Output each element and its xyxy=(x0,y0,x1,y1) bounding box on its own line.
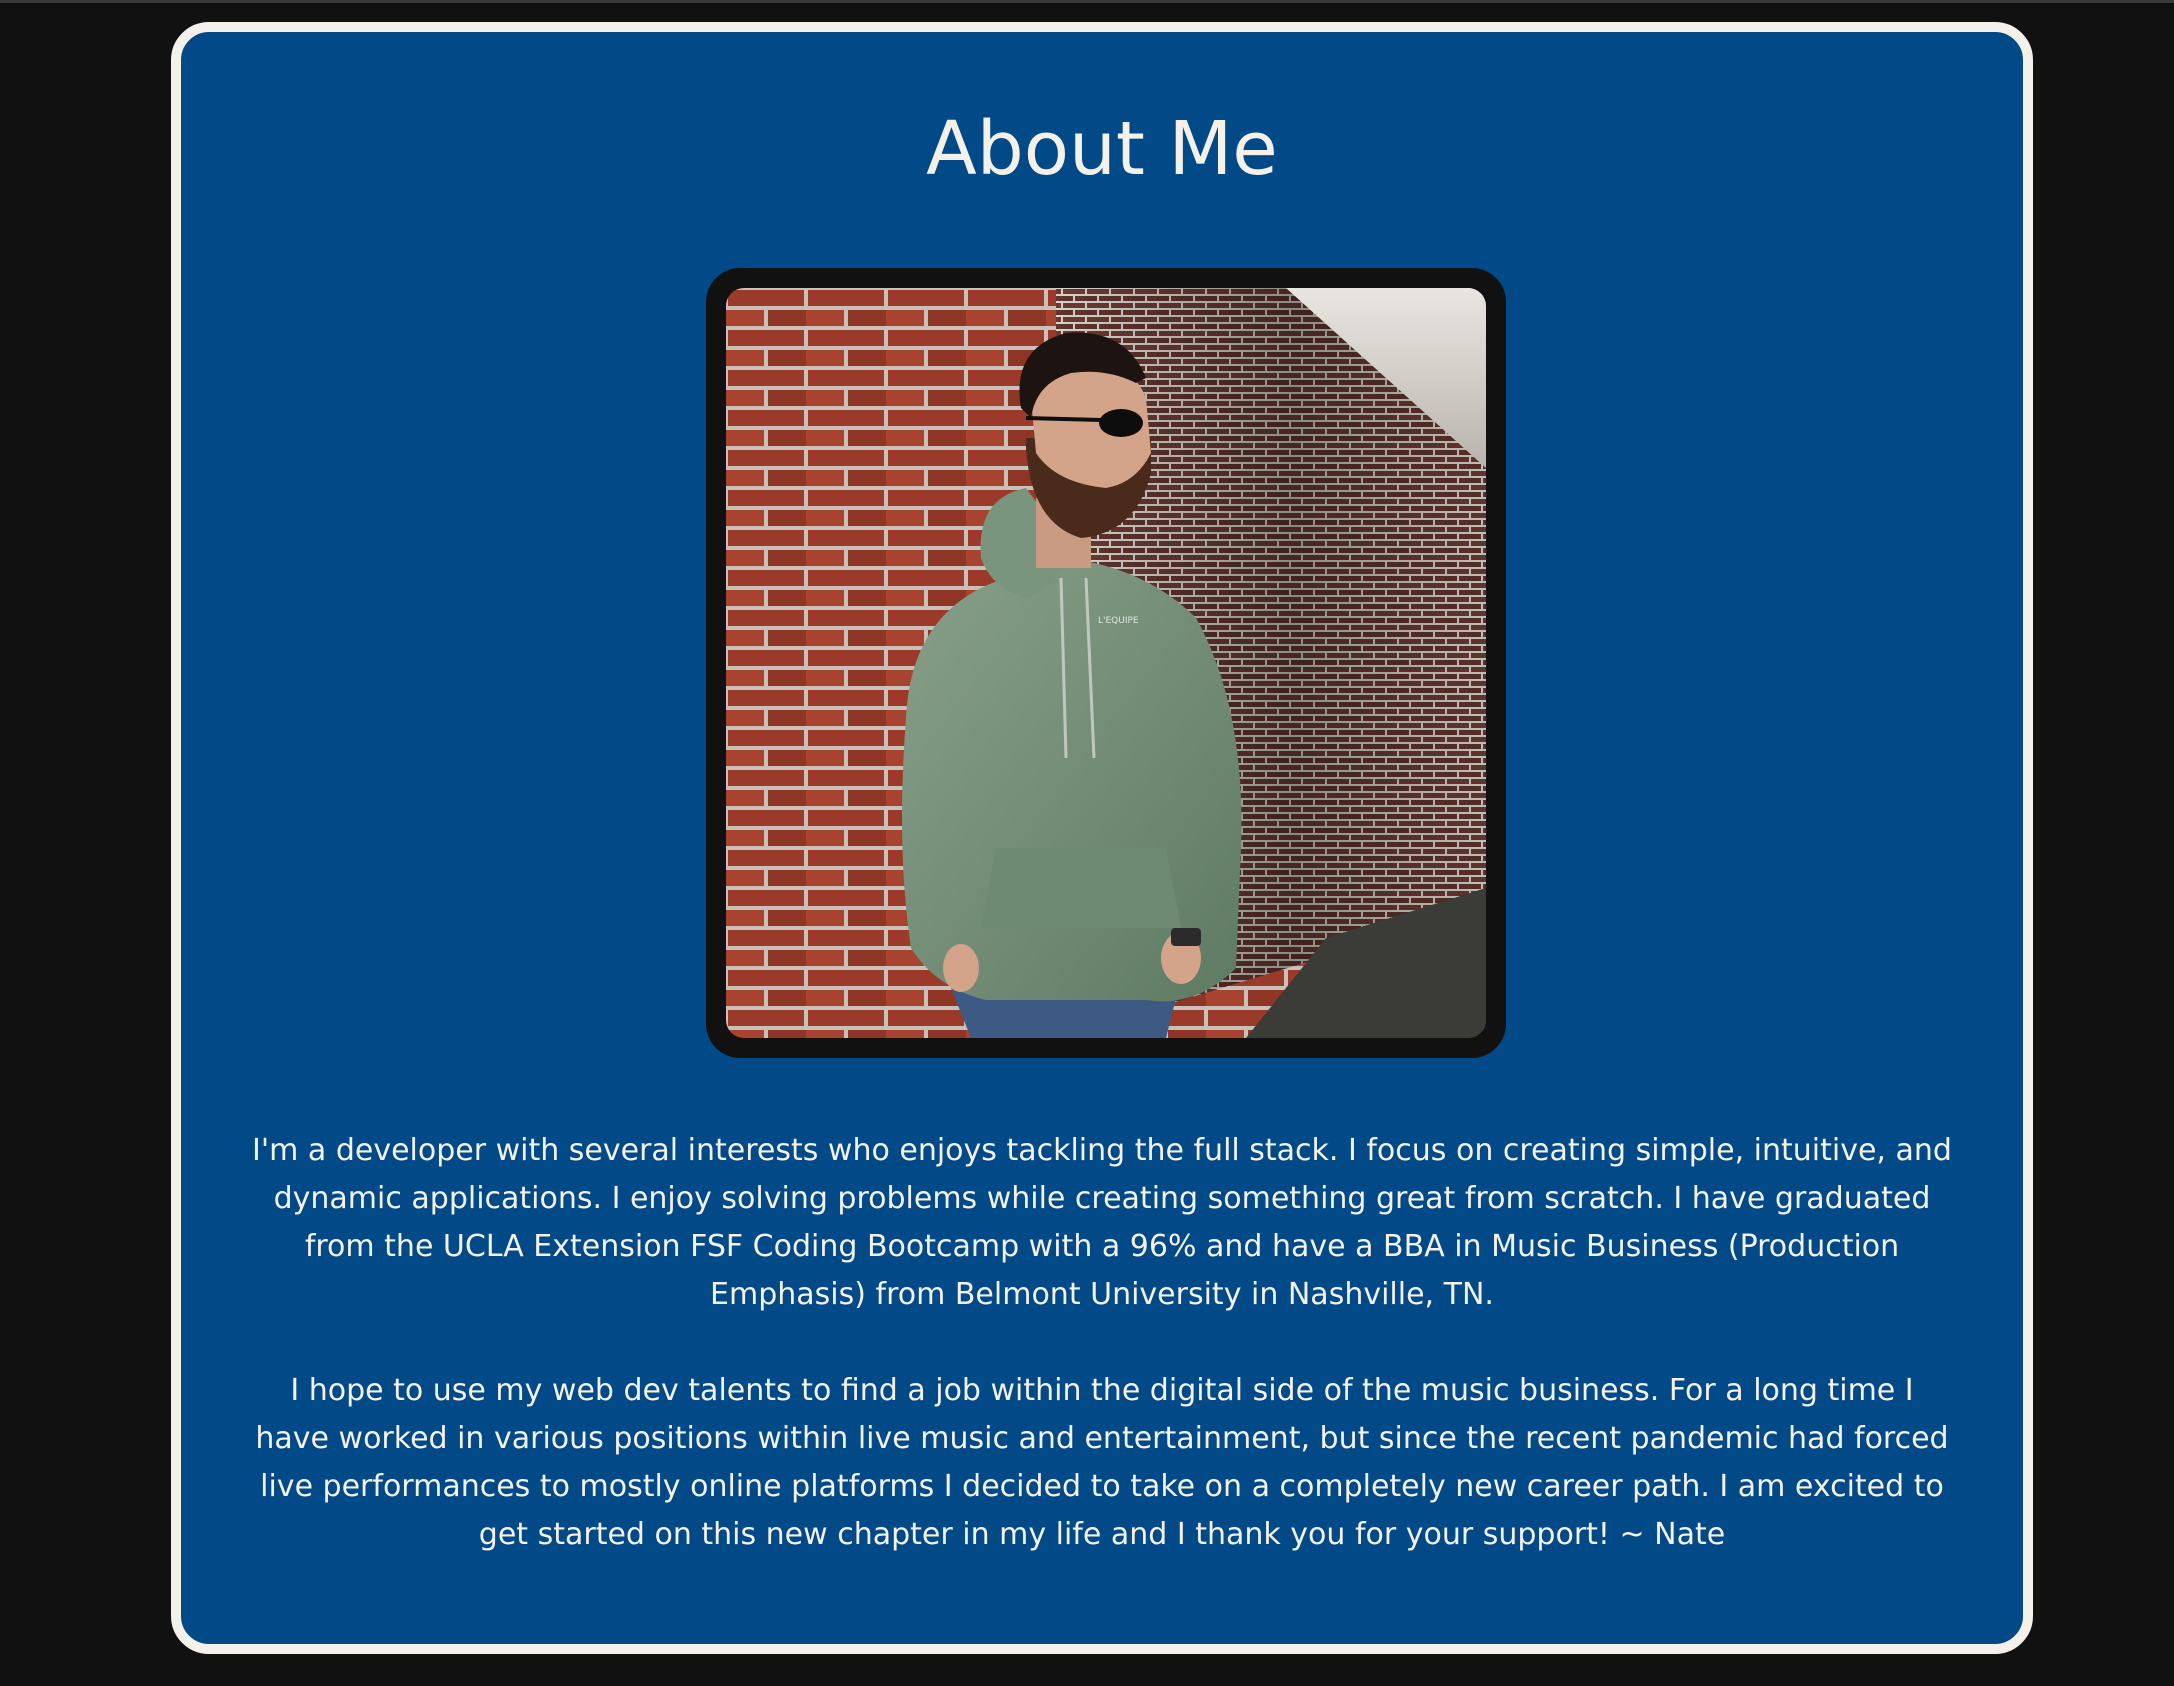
profile-photo: L'EQUIPE xyxy=(726,288,1486,1038)
page-title: About Me xyxy=(926,106,1278,192)
top-divider xyxy=(0,0,2174,3)
bio-paragraph-2: I hope to use my web dev talents to find… xyxy=(255,1373,1949,1552)
profile-photo-frame: L'EQUIPE xyxy=(706,268,1506,1058)
hoodie-logo-text: L'EQUIPE xyxy=(1098,616,1139,626)
bio-text: I'm a developer with several interests w… xyxy=(251,1127,1953,1559)
bio-paragraph-1: I'm a developer with several interests w… xyxy=(252,1133,1952,1312)
about-card: About Me L'EQUIPE I'm a developer with s… xyxy=(171,22,2033,1654)
profile-photo-illustration: L'EQUIPE xyxy=(726,288,1486,1038)
